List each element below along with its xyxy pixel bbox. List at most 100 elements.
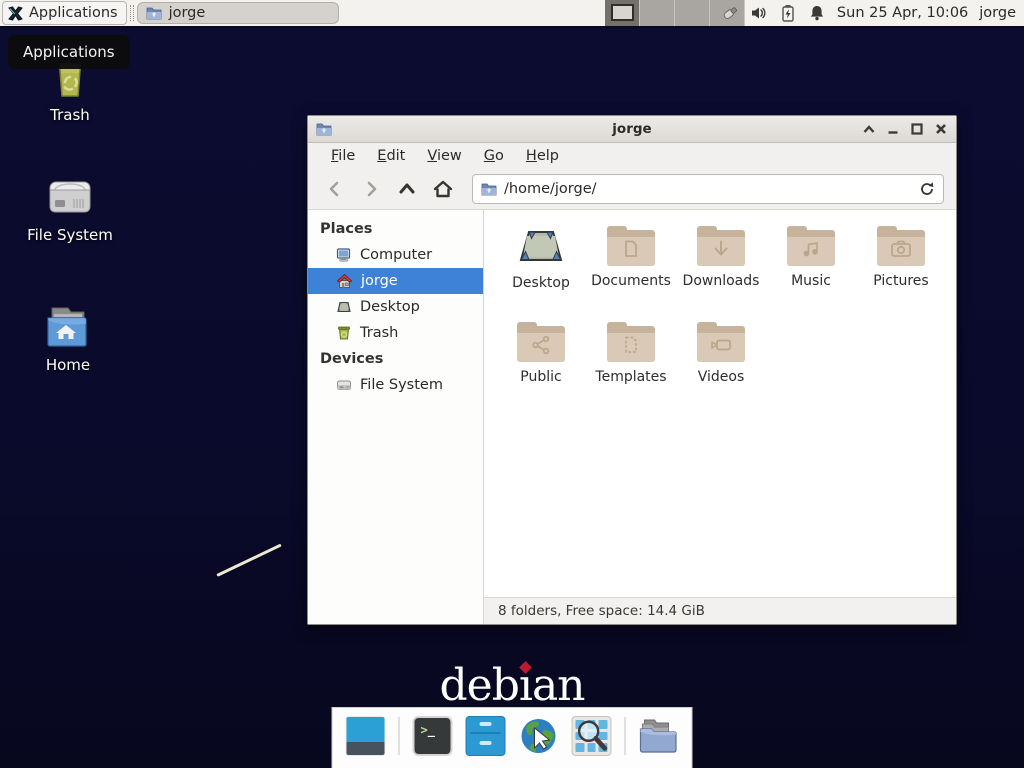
address-input[interactable] — [504, 181, 912, 197]
workspace-2[interactable] — [640, 0, 675, 26]
user-home-icon — [336, 273, 353, 289]
panel-drag-handle[interactable] — [130, 5, 134, 21]
desktop-icon-label: Home — [13, 356, 123, 374]
menu-view[interactable]: View — [418, 145, 470, 167]
taskbar-window-label: jorge — [169, 5, 206, 21]
folder-icon — [697, 322, 745, 362]
trash-icon — [336, 325, 352, 341]
home-button[interactable] — [428, 174, 458, 204]
folder-item-desktop[interactable]: Desktop — [496, 222, 586, 318]
forward-button[interactable] — [356, 174, 386, 204]
download-arrow-emblem — [711, 239, 731, 259]
home-folder-icon — [13, 300, 123, 350]
desktop-icon-file-system[interactable]: File System — [15, 170, 125, 244]
menubar: File Edit View Go Help — [308, 143, 956, 169]
folder-item-videos[interactable]: Videos — [676, 318, 766, 414]
folder-item-downloads[interactable]: Downloads — [676, 222, 766, 318]
sidebar-item-label: Computer — [360, 247, 432, 263]
folder-menu-launcher[interactable] — [639, 716, 679, 756]
address-folder-icon — [481, 182, 497, 196]
folder-icon — [146, 6, 162, 20]
camera-emblem — [890, 239, 912, 259]
dock-separator — [399, 717, 400, 755]
sidebar-item-computer[interactable]: Computer — [308, 242, 483, 268]
video-camera-emblem — [709, 335, 733, 355]
computer-icon — [336, 247, 352, 263]
folder-grid: Desktop Documents — [484, 210, 956, 597]
reload-button[interactable] — [919, 181, 935, 197]
applications-tooltip: Applications — [8, 35, 130, 69]
address-bar[interactable] — [472, 174, 944, 204]
folder-item-templates[interactable]: Templates — [586, 318, 676, 414]
panel-tray-area: Sun 25 Apr, 10:06 jorge — [721, 0, 1024, 26]
taskbar-window-button[interactable]: jorge — [137, 2, 339, 24]
file-manager-launcher[interactable] — [466, 716, 506, 756]
folder-icon — [697, 226, 745, 266]
show-desktop-button[interactable] — [346, 716, 386, 756]
minimize-button[interactable] — [886, 122, 900, 136]
battery-tray-icon[interactable] — [779, 4, 797, 22]
top-panel: Applications jorge — [0, 0, 1024, 26]
toolbar — [308, 169, 956, 210]
back-button[interactable] — [320, 174, 350, 204]
desktop-icon — [336, 299, 352, 315]
shade-button[interactable] — [862, 122, 876, 136]
workspace-1[interactable] — [605, 0, 640, 26]
web-browser-launcher[interactable] — [519, 716, 559, 756]
music-notes-emblem — [801, 239, 821, 259]
sidebar-item-trash[interactable]: Trash — [308, 320, 483, 346]
stray-cursor-line — [216, 544, 281, 577]
folder-item-public[interactable]: Public — [496, 318, 586, 414]
debian-wordmark: debıan — [439, 660, 584, 711]
folder-item-pictures[interactable]: Pictures — [856, 222, 946, 318]
folder-icon — [607, 322, 655, 362]
window-title: jorge — [308, 121, 956, 137]
file-manager-window: jorge File Edit View Go Help — [307, 115, 957, 625]
folder-view: Desktop Documents — [484, 210, 956, 624]
desktop-special-icon — [517, 224, 565, 268]
sidebar-item-desktop[interactable]: Desktop — [308, 294, 483, 320]
folder-icon — [607, 226, 655, 266]
sidebar-item-label: Trash — [360, 325, 398, 341]
panel-clock[interactable]: Sun 25 Apr, 10:06 — [837, 5, 968, 21]
window-body: Places Computer jorge — [308, 210, 956, 624]
folder-icon — [517, 322, 565, 362]
mouse-tray-icon[interactable] — [721, 4, 739, 22]
magnifier-icon — [573, 717, 611, 755]
sidebar-item-jorge[interactable]: jorge — [308, 268, 483, 294]
folder-label: Templates — [595, 369, 666, 385]
folder-stack-icon — [639, 716, 679, 756]
sidebar-item-label: jorge — [361, 273, 398, 289]
statusbar: 8 folders, Free space: 14.4 GiB — [484, 597, 956, 624]
sidebar-item-label: File System — [360, 377, 443, 393]
application-finder-launcher[interactable] — [572, 716, 612, 756]
bottom-dock: >_ — [332, 707, 693, 768]
workspace-3[interactable] — [675, 0, 710, 26]
statusbar-text: 8 folders, Free space: 14.4 GiB — [498, 603, 705, 619]
document-emblem — [621, 239, 641, 259]
close-button[interactable] — [934, 122, 948, 136]
drive-icon — [336, 377, 352, 393]
sidebar: Places Computer jorge — [308, 210, 484, 624]
menu-help[interactable]: Help — [517, 145, 568, 167]
window-titlebar[interactable]: jorge — [308, 116, 956, 143]
notifications-bell-icon[interactable] — [808, 4, 826, 22]
applications-menu-button[interactable]: Applications — [2, 1, 127, 25]
up-button[interactable] — [392, 174, 422, 204]
panel-user-label[interactable]: jorge — [979, 5, 1016, 21]
folder-label: Music — [791, 273, 831, 289]
desktop-icon-home[interactable]: Home — [13, 300, 123, 374]
folder-item-documents[interactable]: Documents — [586, 222, 676, 318]
sidebar-item-file-system[interactable]: File System — [308, 372, 483, 398]
dock-separator — [625, 717, 626, 755]
menu-go[interactable]: Go — [475, 145, 513, 167]
maximize-button[interactable] — [910, 122, 924, 136]
volume-tray-icon[interactable] — [750, 4, 768, 22]
menu-file[interactable]: File — [322, 145, 364, 167]
folder-icon — [877, 226, 925, 266]
folder-item-music[interactable]: Music — [766, 222, 856, 318]
applications-tooltip-text: Applications — [23, 43, 115, 61]
debian-diamond-dot — [519, 661, 532, 674]
menu-edit[interactable]: Edit — [368, 145, 414, 167]
terminal-launcher[interactable]: >_ — [413, 716, 453, 756]
